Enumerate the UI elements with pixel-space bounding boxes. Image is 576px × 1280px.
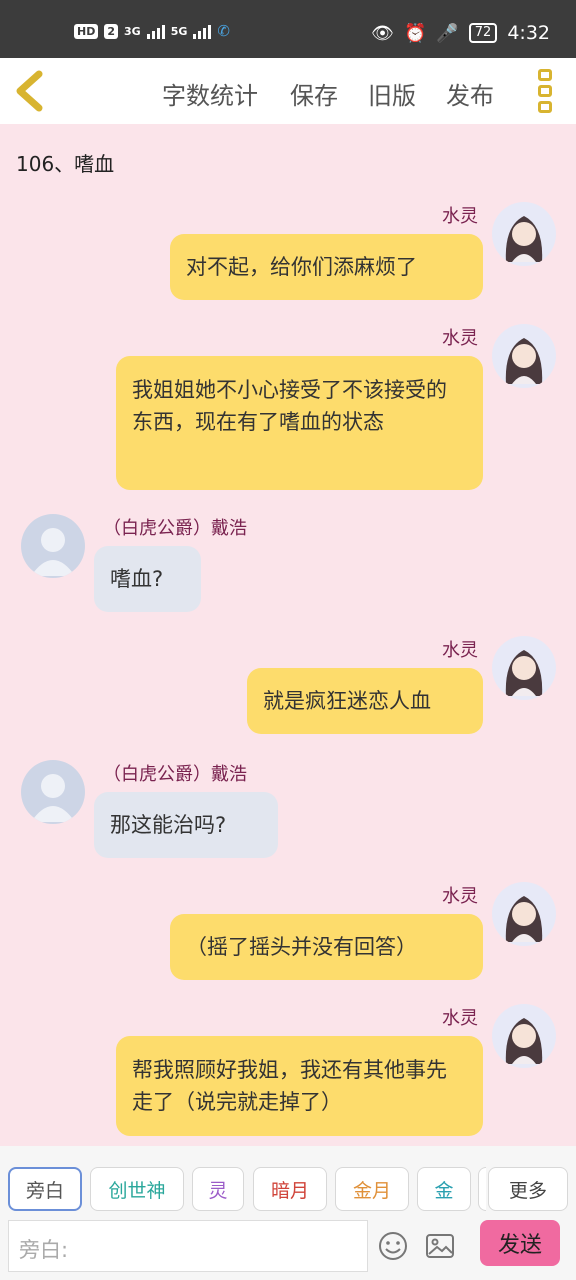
menu-dot xyxy=(538,69,552,81)
avatar[interactable] xyxy=(21,760,85,824)
sender-name: 水灵 xyxy=(442,328,478,349)
net1-label: 3G xyxy=(124,24,141,38)
role-tab-label: 灵 xyxy=(208,1179,228,1202)
net2-label: 5G xyxy=(170,24,188,38)
sim-badge: 2 xyxy=(104,23,118,39)
hd-badge: HD xyxy=(74,23,99,39)
signal-icon xyxy=(146,23,165,39)
sender-name: 水灵 xyxy=(442,1008,478,1029)
default-avatar-icon xyxy=(31,774,75,822)
girl-avatar-icon xyxy=(505,338,543,384)
more-label: 更多 xyxy=(508,1179,547,1202)
signal-icon-2 xyxy=(193,23,212,39)
role-tab-narration[interactable]: 旁白 xyxy=(8,1167,82,1211)
message-bubble[interactable]: 就是疯狂迷恋人血 xyxy=(247,668,483,734)
role-tab-label: 金 xyxy=(434,1179,454,1202)
role-tab-ling[interactable]: 灵 xyxy=(192,1167,244,1211)
girl-avatar-icon xyxy=(505,216,543,262)
image-icon[interactable] xyxy=(424,1230,456,1262)
message-bubble[interactable]: 帮我照顾好我姐，我还有其他事先走了（说完就走掉了） xyxy=(116,1036,483,1136)
message-bubble[interactable]: 那这能治吗? xyxy=(94,792,278,858)
girl-avatar-icon xyxy=(505,896,543,942)
status-right: 👁 ⏰ 🎤 72 4:32 xyxy=(371,22,550,44)
publish-button[interactable]: 发布 xyxy=(446,76,494,111)
role-tab-label: 暗月 xyxy=(270,1179,309,1202)
default-avatar-icon xyxy=(31,528,75,576)
save-button[interactable]: 保存 xyxy=(290,76,338,111)
more-roles-button[interactable]: 更多 xyxy=(488,1167,568,1211)
chapter-title: 106、嗜血 xyxy=(16,152,115,176)
message-bubble[interactable]: 我姐姐她不小心接受了不该接受的东西，现在有了嗜血的状态 xyxy=(116,356,483,490)
avatar[interactable] xyxy=(492,882,556,946)
message-bubble[interactable]: 对不起，给你们添麻烦了 xyxy=(170,234,483,300)
battery-icon: 72 xyxy=(468,23,498,43)
bottom-input-area: 旁白 创世神 灵 暗月 金月 金 更多 旁白: 发送 xyxy=(0,1146,576,1280)
girl-avatar-icon xyxy=(505,1018,543,1064)
sender-name: 水灵 xyxy=(442,206,478,227)
menu-dot xyxy=(538,85,552,97)
role-tab-dark-moon[interactable]: 暗月 xyxy=(253,1167,327,1211)
role-tab-label: 旁白 xyxy=(25,1179,64,1202)
girl-avatar-icon xyxy=(505,650,543,696)
old-version-button[interactable]: 旧版 xyxy=(368,76,416,111)
sender-name: 水灵 xyxy=(442,886,478,907)
mic-icon: 🎤 xyxy=(436,22,459,44)
message-bubble[interactable]: （摇了摇头并没有回答） xyxy=(170,914,483,980)
message-bubble[interactable]: 嗜血? xyxy=(94,546,201,612)
role-tab-creator-god[interactable]: 创世神 xyxy=(90,1167,184,1211)
sender-name: 水灵 xyxy=(442,640,478,661)
avatar[interactable] xyxy=(492,636,556,700)
chevron-left-icon xyxy=(16,70,43,112)
avatar[interactable] xyxy=(492,1004,556,1068)
role-tab-gold[interactable]: 金 xyxy=(417,1167,471,1211)
top-toolbar: 字数统计 保存 旧版 发布 xyxy=(0,58,576,124)
role-tab-partial[interactable] xyxy=(478,1167,486,1211)
phone-call-icon: ✆ xyxy=(217,22,230,40)
role-tab-gold-moon[interactable]: 金月 xyxy=(335,1167,409,1211)
avatar[interactable] xyxy=(492,202,556,266)
avatar[interactable] xyxy=(492,324,556,388)
role-tab-label: 金月 xyxy=(352,1179,391,1202)
eye-icon: 👁 xyxy=(371,22,394,44)
status-left: HD 2 3G 5G ✆ xyxy=(74,22,230,40)
back-button[interactable] xyxy=(12,68,52,114)
sender-name: （白虎公爵）戴浩 xyxy=(103,518,247,539)
role-tab-label: 创世神 xyxy=(108,1179,166,1202)
clock-time: 4:32 xyxy=(507,22,550,44)
more-menu-button[interactable] xyxy=(538,69,554,113)
status-bar: HD 2 3G 5G ✆ 👁 ⏰ 🎤 72 4:32 xyxy=(0,0,576,58)
message-input[interactable]: 旁白: xyxy=(8,1220,368,1272)
avatar[interactable] xyxy=(21,514,85,578)
emoji-icon[interactable] xyxy=(377,1230,409,1262)
word-count-button[interactable]: 字数统计 xyxy=(162,76,258,111)
send-button[interactable]: 发送 xyxy=(480,1220,560,1266)
menu-dot xyxy=(538,101,552,113)
alarm-icon: ⏰ xyxy=(403,22,427,44)
sender-name: （白虎公爵）戴浩 xyxy=(103,764,247,785)
